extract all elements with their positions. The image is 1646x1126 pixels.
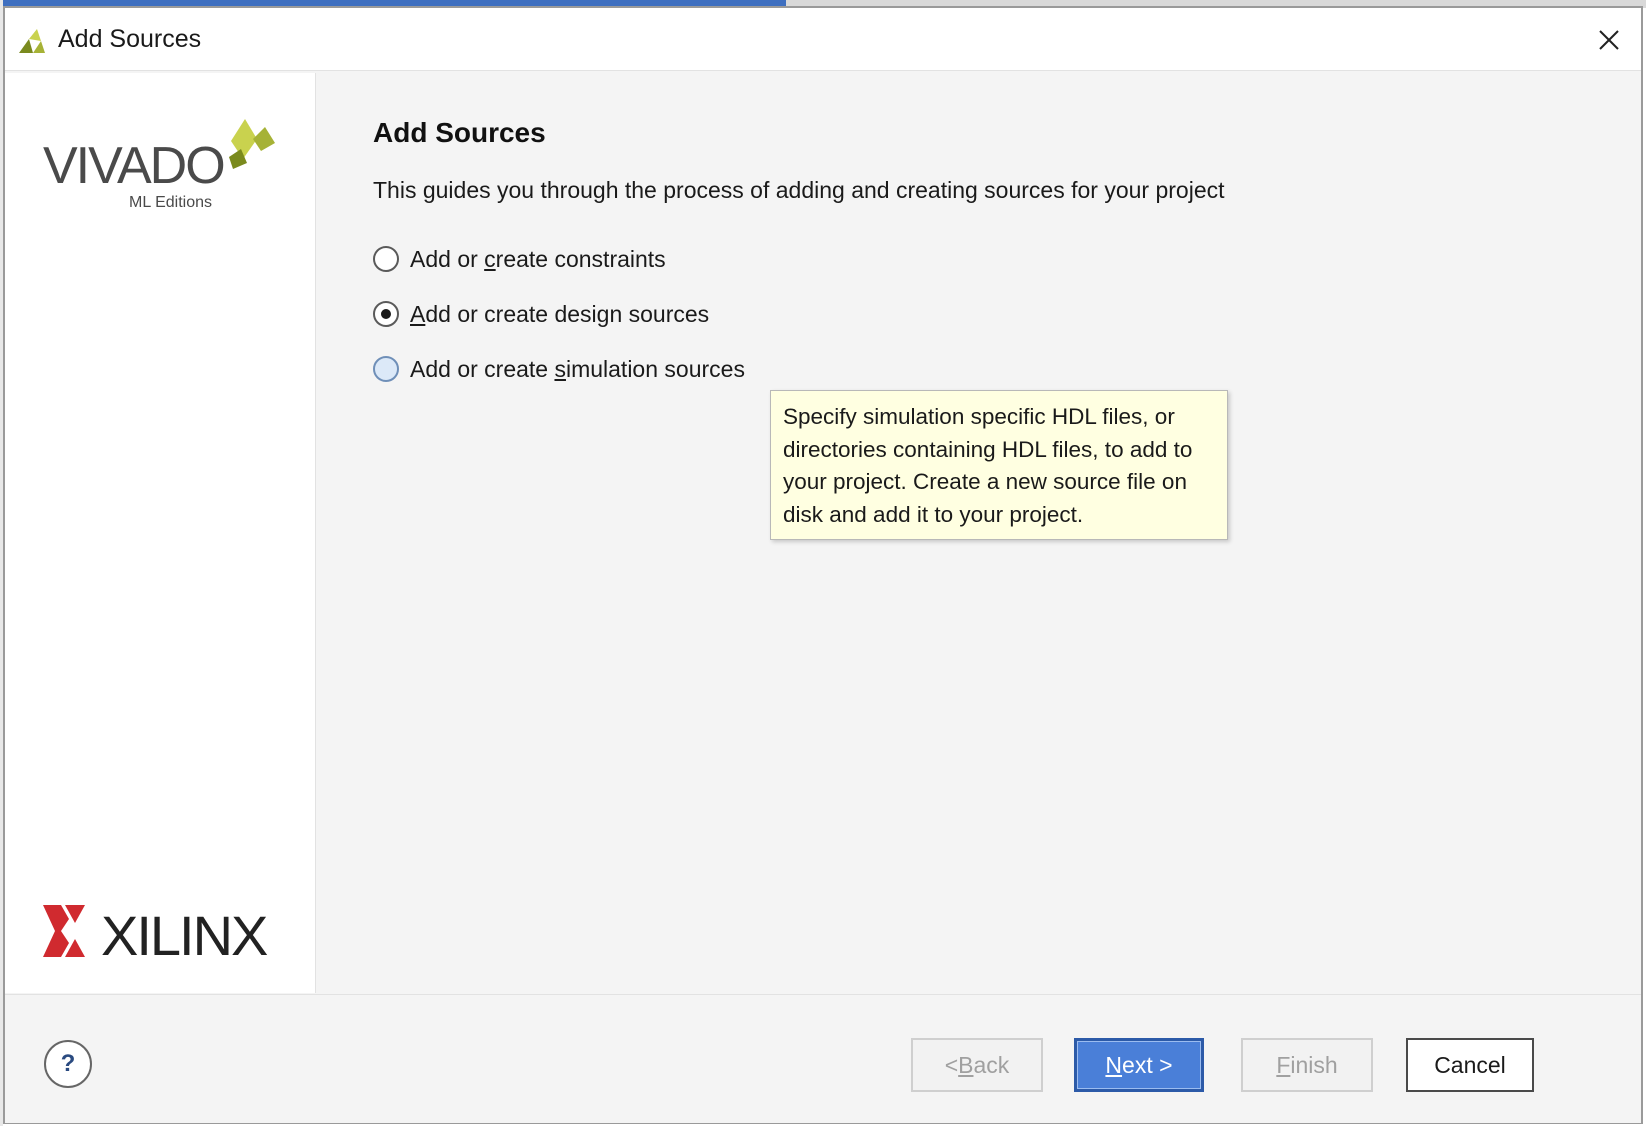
next-button[interactable]: Next > <box>1074 1038 1204 1092</box>
vivado-logo: VIVADO ML Editions <box>43 119 275 209</box>
next-button-label-rest: ext > <box>1122 1051 1173 1078</box>
radio-design-sources[interactable] <box>373 301 399 327</box>
option-label-constraints: Add or create constraints <box>410 245 666 272</box>
finish-button[interactable]: Finish <box>1241 1038 1373 1092</box>
finish-button-label-rest: inish <box>1290 1051 1338 1078</box>
window-title: Add Sources <box>58 25 202 53</box>
svg-text:ML Editions: ML Editions <box>129 194 212 209</box>
finish-button-mnemonic: F <box>1276 1051 1291 1078</box>
option-simulation-sources[interactable]: Add or create simulation sources <box>373 351 745 387</box>
cancel-button[interactable]: Cancel <box>1406 1038 1534 1092</box>
option-constraints[interactable]: Add or create constraints <box>373 241 666 277</box>
dialog-footer: ? < Back Next > Finish Cancel <box>5 994 1641 1123</box>
svg-text:XILINX: XILINX <box>101 904 268 963</box>
radio-simulation-sources[interactable] <box>373 356 399 382</box>
page-title: Add Sources <box>373 117 546 148</box>
help-button[interactable]: ? <box>44 1040 92 1088</box>
option-label-design-sources: Add or create design sources <box>410 300 710 327</box>
xilinx-logo: XILINX <box>43 904 270 963</box>
sidebar-branding: VIVADO ML Editions XILINX <box>5 73 316 993</box>
close-button[interactable] <box>1587 18 1631 62</box>
title-bar[interactable]: Add Sources <box>5 8 1641 71</box>
back-button-label-rest: ack <box>973 1051 1010 1078</box>
vivado-app-icon <box>19 29 45 53</box>
back-button[interactable]: < Back <box>911 1038 1043 1092</box>
option-label-simulation-sources: Add or create simulation sources <box>410 355 745 382</box>
next-button-mnemonic: N <box>1105 1051 1123 1078</box>
back-button-label: < <box>944 1051 959 1078</box>
option-design-sources[interactable]: Add or create design sources <box>373 296 709 332</box>
tooltip-simulation-sources: Specify simulation specific HDL files, o… <box>770 390 1228 540</box>
close-icon <box>1599 30 1619 50</box>
add-sources-dialog: Add Sources VIVADO ML Editions XILINX Ad… <box>3 6 1643 1124</box>
back-button-mnemonic: B <box>958 1051 974 1078</box>
page-description: This guides you through the process of a… <box>373 177 1225 203</box>
radio-constraints[interactable] <box>373 246 399 272</box>
svg-text:VIVADO: VIVADO <box>43 137 224 195</box>
